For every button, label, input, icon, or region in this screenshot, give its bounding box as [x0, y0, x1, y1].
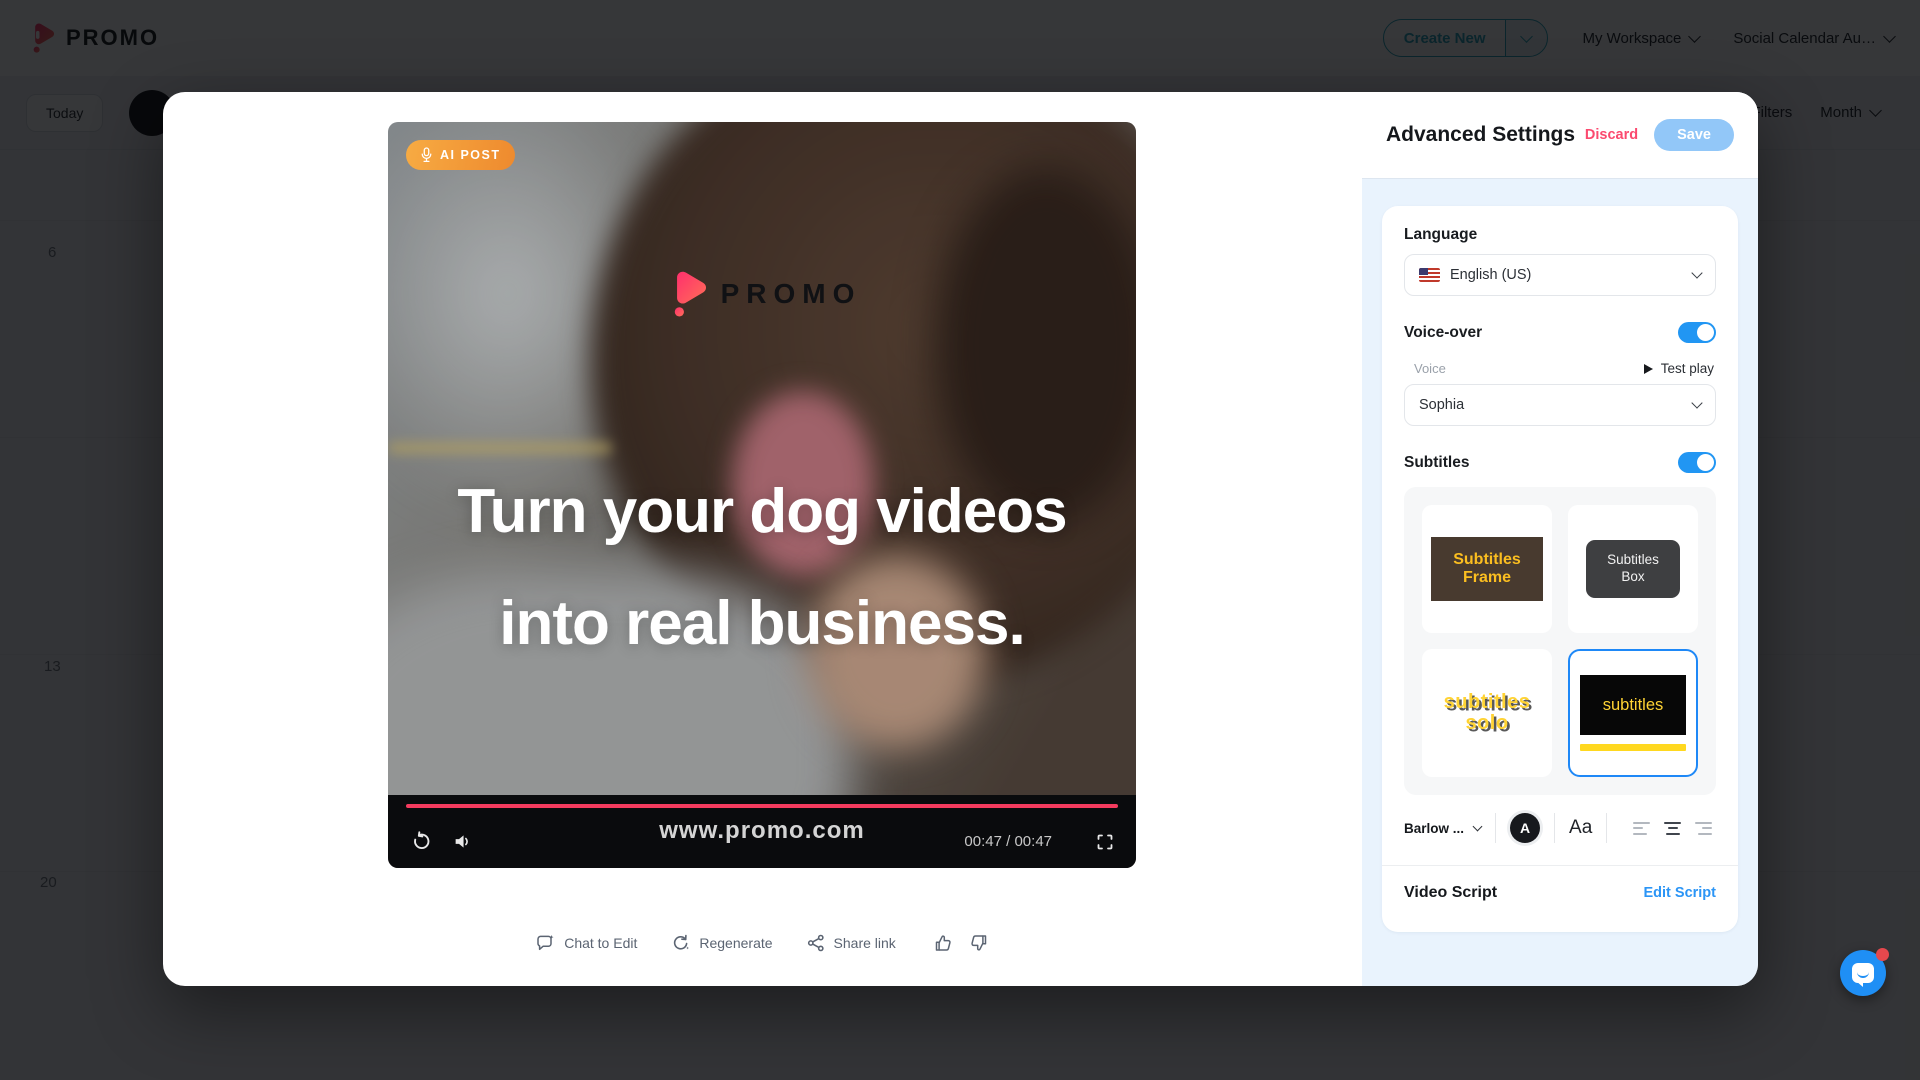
regenerate-button[interactable]: Regenerate — [671, 934, 772, 952]
promo-watermark: PROMO — [388, 268, 1136, 320]
chevron-down-icon — [1691, 397, 1702, 408]
ai-post-badge-label: AI POST — [440, 148, 501, 162]
voice-label: Voice — [1414, 361, 1446, 376]
play-icon — [1644, 364, 1653, 374]
video-controls-bar: www.promo.com 00:47 / 00:47 — [388, 795, 1136, 868]
chat-support-button[interactable] — [1840, 950, 1886, 996]
voice-select[interactable]: Sophia — [1404, 384, 1716, 426]
language-select[interactable]: English (US) — [1404, 254, 1716, 296]
voice-value: Sophia — [1419, 397, 1464, 413]
chevron-down-icon — [1473, 821, 1483, 831]
divider — [1495, 813, 1496, 843]
chat-to-edit-button[interactable]: Chat to Edit — [536, 934, 637, 952]
subtitles-label: Subtitles — [1404, 454, 1469, 472]
notification-dot — [1876, 948, 1889, 961]
save-button[interactable]: Save — [1654, 119, 1734, 151]
settings-title: Advanced Settings — [1386, 123, 1585, 147]
language-label: Language — [1404, 226, 1716, 244]
replay-button[interactable] — [410, 831, 431, 852]
share-icon — [807, 934, 825, 952]
thumbs-down-button[interactable] — [970, 934, 988, 952]
test-play-label: Test play — [1661, 361, 1714, 376]
progress-bar[interactable] — [406, 804, 1118, 808]
share-link-button[interactable]: Share link — [807, 934, 896, 952]
subtitle-style-label: Subtitles Box — [1597, 552, 1669, 586]
align-center-button[interactable] — [1664, 822, 1681, 835]
settings-card: Language English (US) Voice-over Voice T… — [1382, 206, 1738, 932]
divider — [1554, 813, 1555, 843]
chat-to-edit-label: Chat to Edit — [564, 935, 637, 951]
video-timestamp: 00:47 / 00:47 — [964, 833, 1052, 850]
video-player[interactable]: AI POST PROMO Turn your dog videos into … — [388, 122, 1136, 868]
voiceover-toggle[interactable] — [1678, 322, 1716, 343]
subtitle-underline-bar — [1580, 744, 1686, 751]
subtitle-style-solo[interactable]: subtitles solo — [1422, 649, 1552, 777]
ai-post-badge: AI POST — [406, 140, 515, 170]
text-style-toolbar: Barlow ... A Aa — [1404, 811, 1716, 845]
headline-line2: into real business. — [388, 568, 1136, 680]
headline-line1: Turn your dog videos — [388, 456, 1136, 568]
subtitle-style-grid: Subtitles Frame Subtitles Box subtitles … — [1404, 487, 1716, 795]
advanced-settings-panel: Advanced Settings Discard Save Language … — [1362, 92, 1758, 986]
video-preview-area: AI POST PROMO Turn your dog videos into … — [163, 92, 1362, 986]
regenerate-icon — [671, 934, 690, 952]
font-family-value: Barlow ... — [1404, 821, 1464, 836]
chevron-down-icon — [1691, 267, 1702, 278]
subtitle-style-label: subtitles solo — [1431, 692, 1543, 734]
video-headline: Turn your dog videos into real business. — [388, 456, 1136, 680]
divider — [1382, 865, 1738, 866]
microphone-icon — [420, 147, 433, 163]
ai-post-modal: AI POST PROMO Turn your dog videos into … — [163, 92, 1758, 986]
promo-watermark-icon — [663, 268, 709, 320]
subtitle-style-frame[interactable]: Subtitles Frame — [1422, 505, 1552, 633]
video-action-row: Chat to Edit Regenerate Share link — [388, 934, 1136, 952]
align-right-button[interactable] — [1695, 822, 1712, 835]
fullscreen-button[interactable] — [1096, 833, 1114, 851]
language-value: English (US) — [1450, 267, 1531, 283]
settings-header: Advanced Settings Discard Save — [1362, 92, 1758, 178]
subtitle-frame-preview: Subtitles Frame — [1431, 537, 1543, 601]
subtitle-style-selected[interactable]: subtitles — [1568, 649, 1698, 777]
edit-script-link[interactable]: Edit Script — [1643, 885, 1716, 901]
chat-sparkle-icon — [536, 934, 555, 952]
regenerate-label: Regenerate — [699, 935, 772, 951]
subtitles-toggle[interactable] — [1678, 452, 1716, 473]
alignment-group — [1633, 822, 1712, 835]
font-size-button[interactable]: Aa — [1569, 817, 1592, 839]
subtitle-selected-preview: subtitles — [1580, 675, 1686, 735]
video-script-row: Video Script Edit Script — [1404, 884, 1716, 902]
promo-watermark-text: PROMO — [721, 278, 862, 310]
subtitle-style-box[interactable]: Subtitles Box — [1568, 505, 1698, 633]
subtitle-box-preview: Subtitles Box — [1586, 540, 1680, 598]
subtitle-style-label: Subtitles Frame — [1441, 551, 1533, 588]
align-left-button[interactable] — [1633, 822, 1650, 835]
video-script-label: Video Script — [1404, 884, 1497, 902]
subtitle-style-label: subtitles — [1603, 696, 1664, 715]
volume-button[interactable] — [453, 832, 472, 851]
voiceover-label: Voice-over — [1404, 324, 1482, 342]
chat-bubble-icon — [1852, 963, 1874, 983]
thumbs-up-button[interactable] — [934, 934, 952, 952]
divider — [1606, 813, 1607, 843]
us-flag-icon — [1419, 268, 1440, 282]
font-color-button[interactable]: A — [1510, 813, 1540, 843]
font-family-select[interactable]: Barlow ... — [1404, 821, 1481, 836]
screen: PROMO Create New My Workspace Social Cal… — [0, 0, 1920, 1080]
test-play-button[interactable]: Test play — [1644, 361, 1714, 376]
discard-button[interactable]: Discard — [1585, 127, 1638, 143]
share-link-label: Share link — [834, 935, 896, 951]
